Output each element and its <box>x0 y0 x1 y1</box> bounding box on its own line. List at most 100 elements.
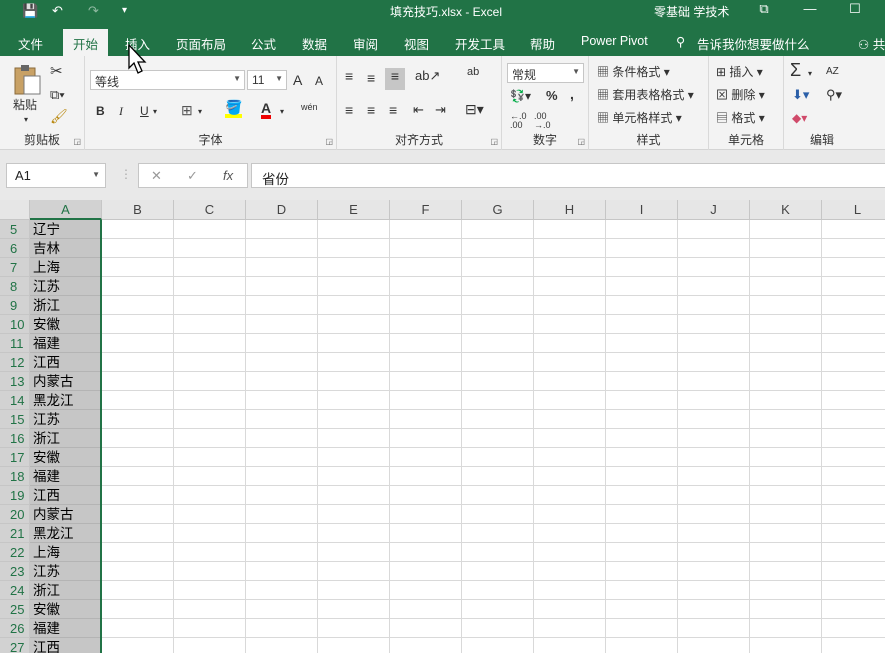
tab-help[interactable]: 帮助 <box>530 34 555 53</box>
font-size-select[interactable]: 11 ▼ <box>247 70 287 90</box>
align-left-icon[interactable]: ≡ <box>345 102 353 118</box>
row-header[interactable]: 27 <box>0 638 30 653</box>
cell-a[interactable]: 江西 <box>30 486 102 505</box>
cell-a[interactable]: 内蒙古 <box>30 505 102 524</box>
row-header[interactable]: 21 <box>0 524 30 543</box>
tab-developer[interactable]: 开发工具 <box>455 34 505 53</box>
ribbon-display-icon[interactable]: ⧉ <box>749 1 779 17</box>
cell-a[interactable]: 黑龙江 <box>30 391 102 410</box>
column-header-e[interactable]: E <box>318 200 390 220</box>
sort-filter-icon[interactable]: AZ <box>826 64 839 80</box>
currency-icon[interactable]: 💱▾ <box>510 88 531 104</box>
merge-center-icon[interactable]: ⊟▾ <box>465 101 484 117</box>
insert-cells-button[interactable]: ⊞ 插入 ▾ <box>716 64 763 80</box>
autosum-dropdown-icon[interactable]: ▾ <box>808 66 812 82</box>
row-header[interactable]: 24 <box>0 581 30 600</box>
formula-input[interactable]: 省份 <box>251 163 885 188</box>
column-header-j[interactable]: J <box>678 200 750 220</box>
column-header-b[interactable]: B <box>102 200 174 220</box>
italic-button[interactable]: I <box>119 103 123 119</box>
row-header[interactable]: 22 <box>0 543 30 562</box>
align-bottom-icon[interactable]: ≡ <box>385 68 405 90</box>
tab-page-layout[interactable]: 页面布局 <box>176 34 226 53</box>
format-as-table-button[interactable]: ▦ 套用表格格式 ▾ <box>597 87 694 103</box>
row-header[interactable]: 19 <box>0 486 30 505</box>
cell-a[interactable]: 江苏 <box>30 277 102 296</box>
cell-a[interactable]: 安徽 <box>30 315 102 334</box>
delete-cells-button[interactable]: ⊠ 删除 ▾ <box>716 87 765 103</box>
row-header[interactable]: 17 <box>0 448 30 467</box>
clear-icon[interactable]: ◆▾ <box>792 110 807 126</box>
increase-indent-icon[interactable]: ⇥ <box>435 102 446 118</box>
row-header[interactable]: 18 <box>0 467 30 486</box>
borders-icon[interactable]: ⊞ <box>181 102 193 118</box>
percent-button[interactable]: % <box>546 88 558 104</box>
wrap-text-icon[interactable]: ab <box>467 64 479 80</box>
customize-qat-icon[interactable]: ▾ <box>122 2 127 20</box>
splitter-handle[interactable]: ⋮ <box>120 167 132 181</box>
column-header-c[interactable]: C <box>174 200 246 220</box>
number-format-select[interactable]: 常规 ▼ <box>507 63 584 83</box>
cell-a[interactable]: 上海 <box>30 543 102 562</box>
cell-a[interactable]: 安徽 <box>30 600 102 619</box>
select-all-corner[interactable] <box>0 200 30 220</box>
worksheet-grid[interactable]: ABCDEFGHIJKL 5 辽宁 6 吉林 7 上海 8 江苏 9 浙江 10 安徽 11 福建 12 江西… <box>0 200 885 653</box>
cell-a[interactable]: 浙江 <box>30 581 102 600</box>
increase-decimal-icon[interactable]: ←.0.00 <box>510 112 527 130</box>
paste-label[interactable]: 粘贴 <box>13 97 37 113</box>
row-header[interactable]: 13 <box>0 372 30 391</box>
font-launcher-icon[interactable]: ◲ <box>325 137 333 146</box>
column-header-f[interactable]: F <box>390 200 462 220</box>
tab-review[interactable]: 审阅 <box>353 34 378 53</box>
row-header[interactable]: 20 <box>0 505 30 524</box>
cut-icon[interactable]: ✂ <box>50 64 63 80</box>
insert-function-icon[interactable]: fx <box>223 168 233 183</box>
row-header[interactable]: 5 <box>0 220 30 239</box>
row-header[interactable]: 6 <box>0 239 30 258</box>
cell-a[interactable]: 江西 <box>30 638 102 653</box>
minimize-icon[interactable]: — <box>795 1 825 16</box>
maximize-icon[interactable]: ☐ <box>840 1 870 17</box>
enter-icon[interactable]: ✓ <box>187 168 198 184</box>
redo-icon[interactable]: ↷ <box>88 2 99 20</box>
column-header-a[interactable]: A <box>30 200 102 220</box>
align-top-icon[interactable]: ≡ <box>345 68 353 84</box>
font-color-dropdown-icon[interactable]: ▾ <box>280 104 284 120</box>
column-header-k[interactable]: K <box>750 200 822 220</box>
borders-dropdown-icon[interactable]: ▾ <box>198 104 202 120</box>
row-header[interactable]: 8 <box>0 277 30 296</box>
font-color-icon[interactable]: A <box>261 101 272 119</box>
fill-icon[interactable]: ⬇▾ <box>792 87 809 103</box>
shrink-font-icon[interactable]: A <box>315 73 323 89</box>
column-header-i[interactable]: I <box>606 200 678 220</box>
column-header-g[interactable]: G <box>462 200 534 220</box>
row-header[interactable]: 26 <box>0 619 30 638</box>
cell-a[interactable]: 辽宁 <box>30 220 102 239</box>
alignment-launcher-icon[interactable]: ◲ <box>490 137 498 146</box>
clipboard-launcher-icon[interactable]: ◲ <box>73 137 81 146</box>
decrease-indent-icon[interactable]: ⇤ <box>413 102 424 118</box>
name-box[interactable]: A1 ▼ <box>6 163 106 188</box>
decrease-decimal-icon[interactable]: .00 →.0 <box>534 112 551 130</box>
autosum-icon[interactable]: Σ <box>790 61 801 79</box>
cell-a[interactable]: 江西 <box>30 353 102 372</box>
align-center-icon[interactable]: ≡ <box>367 102 375 118</box>
tab-view[interactable]: 视图 <box>404 34 429 53</box>
row-header[interactable]: 11 <box>0 334 30 353</box>
find-select-icon[interactable]: ⚲▾ <box>826 87 842 103</box>
tab-power-pivot[interactable]: Power Pivot <box>581 34 648 48</box>
cell-a[interactable]: 上海 <box>30 258 102 277</box>
row-header[interactable]: 15 <box>0 410 30 429</box>
column-header-l[interactable]: L <box>822 200 885 220</box>
cell-a[interactable]: 福建 <box>30 467 102 486</box>
row-header[interactable]: 7 <box>0 258 30 277</box>
paste-icon[interactable] <box>12 64 42 96</box>
tab-data[interactable]: 数据 <box>302 34 327 53</box>
underline-dropdown-icon[interactable]: ▾ <box>153 104 157 120</box>
conditional-formatting-button[interactable]: ▦ 条件格式 ▾ <box>597 64 670 80</box>
grow-font-icon[interactable]: A <box>293 72 302 88</box>
copy-icon[interactable]: ⧉▾ <box>50 87 65 103</box>
tell-me-search[interactable]: 告诉我你想要做什么 <box>697 34 810 53</box>
number-launcher-icon[interactable]: ◲ <box>577 137 585 146</box>
tab-formulas[interactable]: 公式 <box>251 34 276 53</box>
